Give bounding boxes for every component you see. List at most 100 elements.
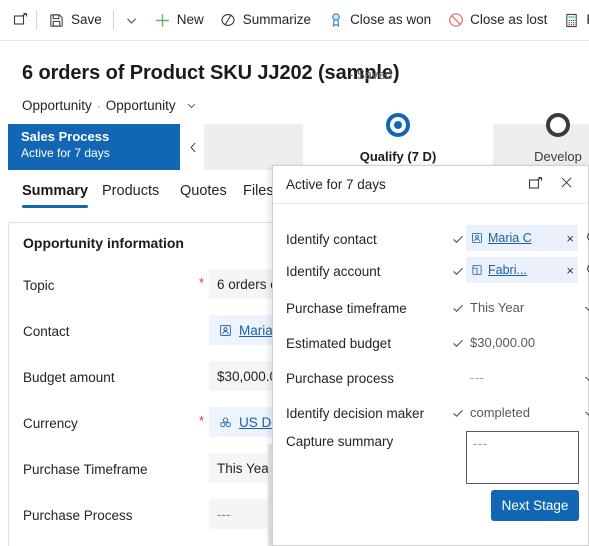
summarize-button[interactable]: Summarize xyxy=(212,4,319,36)
clear-icon-identify-contact[interactable]: × xyxy=(564,231,576,246)
search-icon-identify-account[interactable] xyxy=(584,261,589,278)
toolbar-divider-2 xyxy=(112,10,114,30)
chevron-down-icon-purchase-timeframe[interactable] xyxy=(581,300,589,317)
summarize-label: Summarize xyxy=(242,12,312,28)
stage-step-value-identify-decision-maker: completed xyxy=(470,404,530,420)
stage-flyout-header: Active for 7 days xyxy=(273,166,588,204)
process-status: Active for 7 days xyxy=(21,146,110,160)
toolbar-divider xyxy=(36,10,37,30)
field-row-purchase-timeframe: Purchase Timeframe This Year xyxy=(23,453,315,489)
section-title: Opportunity information xyxy=(23,235,184,251)
open-record-set-button[interactable] xyxy=(0,4,33,36)
stage-step-value-identify-contact[interactable]: Maria C xyxy=(488,231,532,245)
no-entry-icon xyxy=(447,12,464,29)
stage-step-input-purchase-timeframe[interactable]: This Year xyxy=(466,294,578,320)
record-header: 6 orders of Product SKU JJ202 (sample) -… xyxy=(0,41,589,118)
account-icon xyxy=(468,262,485,279)
stage-step-label-purchase-timeframe: Purchase timeframe xyxy=(286,301,407,316)
next-stage-button[interactable]: Next Stage xyxy=(491,490,579,521)
process-header[interactable]: Sales Process Active for 7 days xyxy=(8,124,178,170)
chevron-down-icon-purchase-process[interactable] xyxy=(581,370,589,387)
field-label-topic: Topic xyxy=(23,278,55,293)
field-label-contact: Contact xyxy=(23,324,70,339)
form-selector-chevron-down-icon[interactable] xyxy=(183,97,200,114)
tab-summary-label: Summary xyxy=(22,183,89,199)
stage-active-bullet-icon xyxy=(386,113,410,137)
command-bar: Save New Summarize Close as won Close as… xyxy=(0,0,589,41)
breadcrumb-entity[interactable]: Opportunity xyxy=(22,98,92,113)
field-label-currency: Currency xyxy=(23,416,78,431)
clear-icon-identify-account[interactable]: × xyxy=(564,263,576,278)
save-status: - Saved xyxy=(349,68,393,82)
check-icon-identify-decision-maker xyxy=(449,404,466,421)
stage-step-identify-contact: Identify contact Maria C × xyxy=(286,225,589,257)
check-icon-estimated-budget xyxy=(449,334,466,351)
new-button[interactable]: New xyxy=(146,4,212,36)
close-as-won-button[interactable]: Close as won xyxy=(319,4,439,36)
stage-step-capture-summary: Capture summary --- xyxy=(286,431,579,487)
new-label: New xyxy=(176,12,204,28)
stage-step-value-estimated-budget: $30,000.00 xyxy=(470,334,536,350)
stage-step-identify-decision-maker: Identify decision maker completed xyxy=(286,399,589,431)
stage-future-bullet-icon xyxy=(546,113,570,137)
stage-step-label-identify-account: Identify account xyxy=(286,264,381,279)
field-value-purchase-timeframe: This Year xyxy=(217,460,274,476)
process-stage-develop[interactable]: Develop xyxy=(493,113,589,170)
close-as-lost-button[interactable]: Close as lost xyxy=(439,4,555,36)
required-indicator-currency: * xyxy=(199,413,205,428)
field-row-topic: Topic * 6 orders of Pro xyxy=(23,269,315,305)
stage-step-purchase-timeframe: Purchase timeframe This Year xyxy=(286,294,589,326)
stage-step-value-identify-account[interactable]: Fabri... xyxy=(488,263,527,277)
tab-files-label: Files xyxy=(243,183,274,199)
save-label: Save xyxy=(71,12,102,28)
stage-step-input-capture-summary[interactable]: --- xyxy=(466,431,579,484)
next-stage-label: Next Stage xyxy=(501,498,569,513)
business-process-flow: Sales Process Active for 7 days Qualify … xyxy=(0,113,589,170)
stage-flyout: Active for 7 days Identify contact Maria… xyxy=(272,165,589,546)
process-name: Sales Process xyxy=(21,129,110,144)
recalculate-button[interactable]: Re xyxy=(555,4,589,36)
stage-step-input-identify-decision-maker[interactable]: completed xyxy=(466,399,578,425)
save-button[interactable]: Save xyxy=(40,4,110,36)
chevron-left-icon xyxy=(185,139,202,156)
popout-icon[interactable] xyxy=(527,175,544,192)
stage-step-estimated-budget: Estimated budget $30,000.00 xyxy=(286,329,578,361)
check-icon-identify-contact xyxy=(449,230,466,247)
page-title: 6 orders of Product SKU JJ202 (sample) xyxy=(22,62,400,84)
contact-icon xyxy=(468,230,485,247)
open-popout-icon xyxy=(12,12,29,29)
field-label-purchase-process: Purchase Process xyxy=(23,508,133,523)
close-icon[interactable] xyxy=(558,174,575,191)
search-icon-identify-contact[interactable] xyxy=(584,229,589,246)
stage-step-input-identify-contact[interactable]: Maria C × xyxy=(466,225,578,251)
field-row-purchase-process: Purchase Process --- xyxy=(23,499,315,535)
tab-summary[interactable]: Summary xyxy=(10,170,100,212)
field-label-budget-amount: Budget amount xyxy=(23,370,115,385)
process-stage-track: Qualify (7 D) Develop xyxy=(204,113,589,170)
stage-step-value-purchase-process: --- xyxy=(470,369,485,385)
stage-step-input-estimated-budget[interactable]: $30,000.00 xyxy=(466,329,578,355)
stage-step-identify-account: Identify account Fabri... × xyxy=(286,257,589,289)
tab-quotes[interactable]: Quotes xyxy=(168,170,239,212)
contact-icon xyxy=(217,322,234,339)
stage-step-input-purchase-process[interactable]: --- xyxy=(466,364,578,390)
breadcrumb-form[interactable]: Opportunity xyxy=(106,98,176,113)
ribbon-icon xyxy=(327,12,344,29)
process-stage-qualify[interactable]: Qualify (7 D) xyxy=(303,113,493,170)
field-value-purchase-process: --- xyxy=(217,506,231,522)
close-as-lost-label: Close as lost xyxy=(470,12,548,28)
tab-products[interactable]: Products xyxy=(90,170,171,212)
stage-step-label-purchase-process: Purchase process xyxy=(286,371,395,386)
summarize-icon xyxy=(220,12,237,29)
stage-step-purchase-process: Purchase process --- xyxy=(286,364,589,396)
chevron-down-icon-identify-decision-maker[interactable] xyxy=(581,405,589,422)
process-collapse-button[interactable] xyxy=(178,124,206,170)
stage-step-input-identify-account[interactable]: Fabri... × xyxy=(466,257,578,283)
stage-step-label-identify-decision-maker: Identify decision maker xyxy=(286,406,425,421)
save-options-button[interactable] xyxy=(117,4,146,36)
stage-flyout-title: Active for 7 days xyxy=(286,177,386,192)
stage-step-label-identify-contact: Identify contact xyxy=(286,232,377,247)
tab-quotes-label: Quotes xyxy=(180,183,227,199)
plus-icon xyxy=(154,12,171,29)
stage-step-value-capture-summary: --- xyxy=(473,436,488,451)
